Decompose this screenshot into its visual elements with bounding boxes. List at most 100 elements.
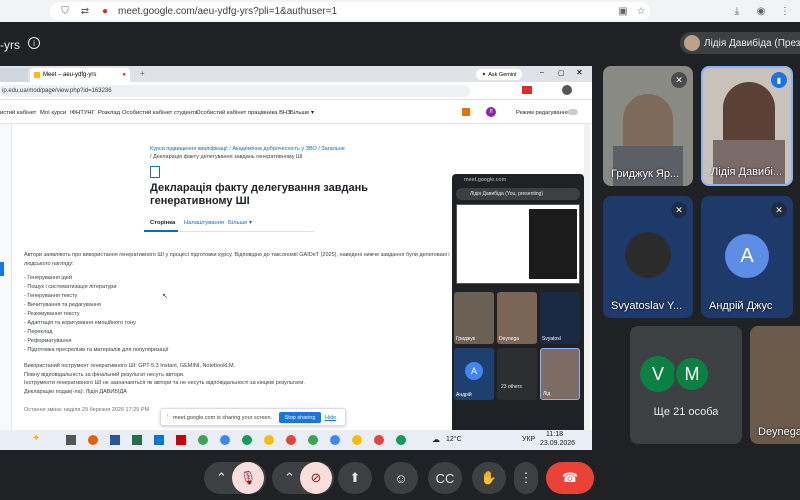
- close-icon[interactable]: ✕: [576, 68, 583, 77]
- page-title: Декларація факту делегування завдань ген…: [150, 182, 369, 207]
- participant-tile[interactable]: Deynega: [750, 326, 800, 444]
- download-icon[interactable]: ⤓: [730, 4, 744, 18]
- inner-address-row: ip.edu.ua/mod/page/view.php?id=163236: [0, 82, 592, 100]
- ask-gemini-button[interactable]: ✦ Ask Gemini: [476, 69, 522, 80]
- chrome-icon[interactable]: [352, 435, 362, 445]
- participant-name: Андрій Джус: [709, 300, 773, 312]
- stop-sharing-button[interactable]: Stop sharing: [279, 412, 321, 423]
- app-icon[interactable]: [176, 435, 186, 445]
- participant-tile[interactable]: ✕ Svyatoslav Y...: [603, 196, 693, 318]
- address-bar[interactable]: ⛉ ⇄ ● meet.google.com/aeu-ydfg-yrs?pli=1…: [50, 2, 650, 20]
- menu-icon[interactable]: ⋮: [778, 4, 792, 18]
- hide-link[interactable]: Hide: [325, 415, 336, 421]
- chrome-icon[interactable]: [330, 435, 340, 445]
- inner-tab-strip: Meet – aeu-ydfg-yrs ● + ✦ Ask Gemini – ▢ …: [0, 66, 592, 82]
- account-icon[interactable]: ◉: [754, 4, 768, 18]
- firefox-icon[interactable]: [88, 435, 98, 445]
- nav-item-more[interactable]: Більше ▾: [290, 110, 314, 116]
- shared-screen: Meet – aeu-ydfg-yrs ● + ✦ Ask Gemini – ▢ …: [0, 66, 592, 450]
- breadcrumb[interactable]: Курси підвищення кваліфікації / Академіч…: [150, 146, 345, 152]
- inner-tab-meet[interactable]: Meet – aeu-ydfg-yrs ●: [30, 68, 130, 82]
- tab-label: Meet – aeu-ydfg-yrs: [43, 72, 97, 78]
- list-item: - Реформатування: [24, 338, 72, 344]
- more-vert-icon: ⋮: [519, 470, 533, 485]
- nav-item-schedule[interactable]: Розклад: [98, 110, 120, 116]
- chrome-icon[interactable]: [396, 435, 406, 445]
- more-options-button[interactable]: ⋮: [514, 462, 538, 494]
- present-button[interactable]: ⬆: [338, 462, 372, 494]
- chrome-icon[interactable]: [198, 435, 208, 445]
- clock-date: 23.09.2026: [540, 440, 576, 447]
- drawer-handle[interactable]: [0, 262, 4, 276]
- reactions-button[interactable]: ☺: [384, 462, 418, 494]
- tab-settings[interactable]: Налаштування: [184, 220, 224, 226]
- chrome-icon[interactable]: [264, 435, 274, 445]
- chrome-icon[interactable]: [308, 435, 318, 445]
- edit-mode-toggle[interactable]: [568, 109, 578, 115]
- avatar: A: [725, 234, 769, 278]
- bookmark-star-icon[interactable]: ☆: [634, 4, 648, 18]
- notification-icon[interactable]: [462, 108, 470, 116]
- captions-button[interactable]: CC: [428, 462, 462, 494]
- inner-tab[interactable]: [0, 68, 28, 82]
- shield-icon: ⛉: [61, 5, 69, 17]
- mini-screen-preview: [456, 204, 580, 284]
- chrome-icon[interactable]: [374, 435, 384, 445]
- present-screen-icon: ⬆: [349, 470, 361, 485]
- sharing-notice: ⋮ meet.google.com is sharing your screen…: [160, 408, 346, 426]
- widgets-icon[interactable]: ✦: [32, 433, 40, 444]
- minimize-icon[interactable]: –: [540, 69, 544, 76]
- extension-icon[interactable]: [522, 86, 532, 94]
- chrome-icon[interactable]: [286, 435, 296, 445]
- weather-icon[interactable]: ☁: [432, 435, 440, 444]
- nav-item-dashboard[interactable]: истий кабінет: [0, 110, 36, 116]
- clock-time: 11:18: [546, 431, 563, 438]
- emoji-icon: ☺: [394, 470, 408, 486]
- taskview-icon[interactable]: [66, 435, 76, 445]
- maximize-icon[interactable]: ▢: [558, 69, 565, 77]
- drag-handle-icon[interactable]: ⋮: [165, 414, 171, 420]
- install-icon[interactable]: ▣: [616, 4, 630, 18]
- presenter-chip[interactable]: Лідія Давибіда (Презе: [680, 32, 800, 54]
- language-indicator[interactable]: УКР: [522, 436, 535, 443]
- url-text: meet.google.com/aeu-ydfg-yrs?pli=1&authu…: [118, 5, 338, 17]
- others-tile[interactable]: V M Ще 21 особа: [630, 326, 742, 444]
- user-avatar[interactable]: Л: [486, 107, 496, 117]
- page-tabs: Сторінка Налаштування Більше ▾: [144, 216, 314, 232]
- captions-icon: CC: [435, 470, 455, 486]
- participant-tile[interactable]: ✕ Гриджук Яр...: [603, 66, 693, 186]
- tab-page[interactable]: Сторінка: [150, 220, 175, 226]
- mail-icon[interactable]: [154, 435, 164, 445]
- tab-more[interactable]: Більше ▾: [228, 220, 252, 226]
- info-icon[interactable]: i: [28, 37, 40, 49]
- chrome-icon[interactable]: [220, 435, 230, 445]
- list-item: - Вичитування та редагування: [24, 302, 101, 308]
- mouse-cursor-icon: ↖: [162, 293, 168, 300]
- mini-presenter-chip[interactable]: Лідія Давибіда (You, presenting): [456, 188, 580, 200]
- inner-url[interactable]: ip.edu.ua/mod/page/view.php?id=163236: [0, 85, 470, 97]
- leave-call-button[interactable]: ☎: [546, 462, 594, 494]
- profile-icon[interactable]: [562, 85, 572, 95]
- nav-item-student-cabinet[interactable]: Особистий кабінет студента: [122, 110, 198, 116]
- nav-item-ifntung[interactable]: ІФНТУНГ: [70, 110, 95, 116]
- list-item: - Адаптація та коригування емоційного то…: [24, 320, 136, 326]
- mic-off-icon: ✕: [671, 72, 687, 88]
- excel-icon[interactable]: [132, 435, 142, 445]
- participant-name: Svyatoslav Y...: [611, 300, 683, 312]
- mic-toggle-button[interactable]: 🎙: [232, 462, 264, 494]
- word-icon[interactable]: [110, 435, 120, 445]
- participant-tile[interactable]: A ✕ Андрій Джус: [701, 196, 793, 318]
- mini-tile: Deynega: [497, 292, 537, 344]
- participant-name: Лідія Давибі...: [711, 166, 783, 178]
- nav-item-courses[interactable]: Мої курси: [40, 110, 66, 116]
- page-scrollbar[interactable]: [584, 124, 590, 434]
- new-tab-icon[interactable]: +: [140, 69, 145, 78]
- recording-icon: ●: [122, 72, 126, 78]
- participant-tile-speaking[interactable]: ▮ Лідія Давибі...: [701, 66, 793, 186]
- mini-tile: Лід: [540, 348, 580, 400]
- nav-item-employee-cabinet[interactable]: Особистий кабінет працівника ВНЗ: [196, 110, 291, 116]
- mic-off-icon: 🎙: [239, 470, 257, 485]
- edge-icon[interactable]: [242, 435, 252, 445]
- camera-toggle-button[interactable]: ⊘: [300, 462, 332, 494]
- raise-hand-button[interactable]: ✋: [472, 462, 506, 494]
